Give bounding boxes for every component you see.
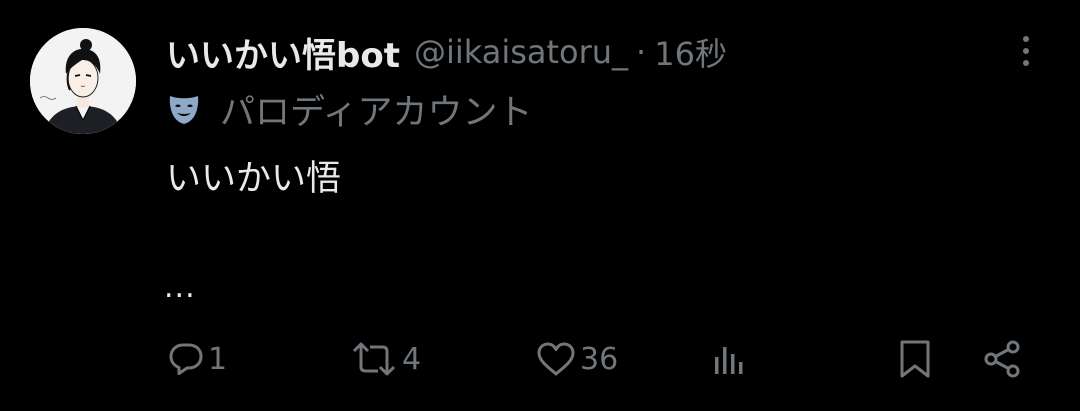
tweet[interactable]: いいかい悟bot @iikaisatoru_ · 16秒 パロディアカウント い…	[0, 0, 1080, 411]
parody-mask-icon	[169, 96, 199, 124]
repost-count: 4	[402, 341, 422, 377]
timestamp[interactable]: 16秒	[654, 29, 727, 75]
heart-icon	[537, 342, 575, 376]
reply-icon	[169, 343, 203, 375]
share-button[interactable]	[982, 336, 1022, 382]
parody-label: パロディアカウント	[166, 86, 533, 133]
views-button[interactable]	[712, 336, 748, 382]
like-button[interactable]: 36	[536, 336, 618, 382]
more-icon[interactable]	[1014, 36, 1038, 72]
truncation-ellipsis: ...	[164, 270, 196, 305]
tweet-text: いいかい悟	[166, 159, 342, 199]
parody-label-text: パロディアカウント	[220, 92, 533, 133]
views-icon	[715, 347, 743, 374]
reply-count: 1	[208, 341, 228, 377]
bookmark-button[interactable]	[897, 336, 933, 382]
repost-icon	[352, 342, 396, 376]
user-handle[interactable]: @iikaisatoru_	[414, 33, 628, 71]
separator-dot: ·	[636, 33, 647, 71]
like-count: 36	[580, 341, 619, 377]
display-name[interactable]: いいかい悟bot	[166, 28, 400, 77]
repost-button[interactable]: 4	[350, 336, 421, 382]
tweet-header: いいかい悟bot @iikaisatoru_ · 16秒	[166, 28, 727, 77]
avatar[interactable]	[30, 28, 136, 134]
reply-button[interactable]: 1	[168, 336, 227, 382]
bookmark-icon	[900, 340, 930, 378]
share-icon	[984, 340, 1020, 378]
